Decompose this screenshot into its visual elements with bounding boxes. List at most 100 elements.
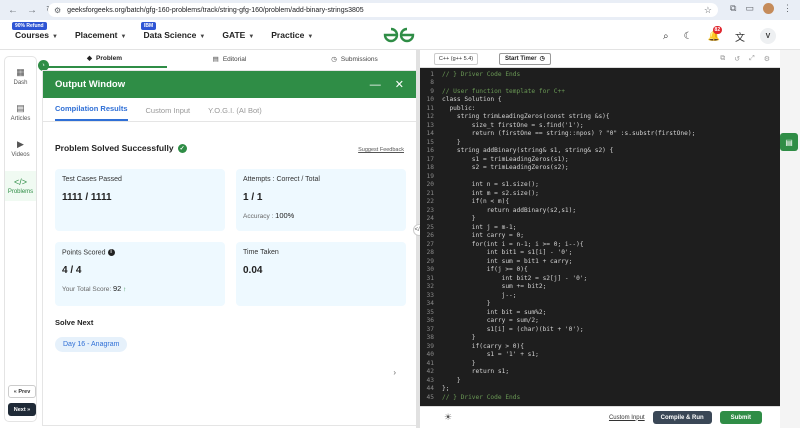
- rail-item-dash[interactable]: ▦ Dash: [5, 67, 36, 86]
- next-button[interactable]: Next »: [8, 403, 36, 416]
- check-circle-icon: ✓: [177, 143, 187, 153]
- tab-yogi-ai-bot[interactable]: Y.O.G.I. (AI Bot): [208, 106, 262, 121]
- profile-avatar[interactable]: [763, 3, 774, 14]
- settings-icon[interactable]: ⚙: [764, 55, 770, 63]
- language-select[interactable]: C++ (g++ 5.4): [434, 52, 478, 65]
- code-line: 23 return addBinary(s2,s1);: [420, 206, 780, 215]
- line-number: 28: [426, 249, 434, 257]
- code-line: 9 // User function template for C++: [420, 87, 780, 96]
- forward-icon[interactable]: →: [27, 5, 37, 16]
- gfg-logo[interactable]: [382, 26, 416, 44]
- line-number: 21: [426, 189, 434, 197]
- menu-data-science[interactable]: Data Science ▼: [143, 30, 205, 40]
- code-text: }: [442, 215, 476, 223]
- bell-icon[interactable]: 🔔 82: [708, 25, 723, 42]
- translate-icon[interactable]: 文: [735, 29, 745, 44]
- code-line: 35 int bit = sum%2;: [420, 308, 780, 317]
- code-area[interactable]: 1 // } Driver Code Ends 8 9 // User function…: [420, 70, 780, 408]
- code-text: size_t firstOne = s.find('1');: [442, 121, 584, 129]
- editor-icons: ⧉ ↺ ⤢ ⚙: [720, 55, 770, 63]
- tab-custom-input[interactable]: Custom Input: [146, 106, 191, 121]
- site-info-icon[interactable]: ⚙: [54, 6, 61, 15]
- code-line: 34 }: [420, 300, 780, 309]
- custom-input-link[interactable]: Custom Input: [609, 415, 645, 421]
- dark-mode-icon[interactable]: ☾: [684, 31, 693, 42]
- line-number: 31: [426, 274, 434, 282]
- minimize-icon[interactable]: —: [370, 79, 381, 91]
- back-icon[interactable]: ←: [8, 5, 18, 16]
- code-line: 12 string trimLeadingZeros(const string …: [420, 113, 780, 122]
- line-number: 24: [426, 215, 434, 223]
- line-number: 18: [426, 164, 434, 172]
- line-number: 12: [426, 113, 434, 121]
- compile-run-button[interactable]: Compile & Run: [652, 411, 712, 424]
- line-number: 32: [426, 283, 434, 291]
- chat-icon[interactable]: ▤: [780, 133, 798, 151]
- tab-compilation-results[interactable]: Compilation Results: [55, 104, 128, 121]
- sidepanel-icon[interactable]: ▭: [745, 3, 754, 14]
- line-number: 1: [430, 70, 434, 78]
- browser-menu-icon[interactable]: ⋮: [783, 3, 792, 14]
- output-title: Output Window: [55, 79, 126, 90]
- code-text: }: [442, 138, 461, 146]
- code-line: 17 s1 = trimLeadingZeros(s1);: [420, 155, 780, 164]
- reset-icon[interactable]: ↺: [734, 55, 740, 63]
- rail-item-problems[interactable]: </> Problems: [5, 171, 36, 201]
- code-text: int sum = bit1 + carry;: [442, 257, 573, 265]
- code-line: 44};: [420, 385, 780, 394]
- code-line: 42 return s1;: [420, 368, 780, 377]
- solve-next-heading: Solve Next: [55, 318, 94, 327]
- next-problem-pill[interactable]: Day 16 - Anagram: [55, 337, 128, 352]
- code-line: 28 int bit1 = s1[i] - '0';: [420, 249, 780, 258]
- copy-icon[interactable]: ⧉: [720, 55, 725, 63]
- code-text: // User function template for C++: [442, 87, 565, 95]
- output-header: Output Window — ✕: [43, 71, 416, 98]
- menu-courses[interactable]: Courses ▼: [15, 30, 58, 40]
- code-text: sum += bit2;: [442, 283, 547, 291]
- rail-item-articles[interactable]: ▤ Articles: [5, 103, 36, 122]
- accuracy: Accuracy : 100%: [243, 211, 295, 220]
- tab-problem[interactable]: ◆ Problem: [42, 50, 167, 68]
- start-timer-button[interactable]: Start Timer ◷: [499, 52, 551, 65]
- code-text: carry = sum/2;: [442, 317, 539, 325]
- extensions-icon[interactable]: ⧉: [730, 3, 736, 14]
- user-avatar[interactable]: V: [760, 28, 776, 44]
- code-line: 45 // } Driver Code Ends: [420, 393, 780, 402]
- menu-practice[interactable]: Practice ▼: [271, 30, 313, 40]
- sun-icon[interactable]: ☀: [444, 412, 452, 423]
- code-line: 39 if(carry > 0){: [420, 342, 780, 351]
- code-text: if(j >= 0){: [442, 266, 528, 274]
- code-line: 30 if(j >= 0){: [420, 266, 780, 275]
- output-tabs: Compilation Results Custom Input Y.O.G.I…: [43, 98, 416, 122]
- chevron-right-icon[interactable]: ›: [393, 368, 396, 377]
- browser-extensions: ⧉ ▭ ⋮: [730, 3, 792, 14]
- menu-gate[interactable]: GATE ▼: [222, 30, 254, 40]
- close-icon[interactable]: ✕: [395, 78, 404, 91]
- code-line: 26 int carry = 0;: [420, 232, 780, 241]
- suggest-feedback-link[interactable]: Suggest Feedback: [358, 147, 404, 153]
- code-line: 43 }: [420, 376, 780, 385]
- tab-editorial[interactable]: ▤ Editorial: [167, 50, 292, 68]
- submit-button[interactable]: Submit: [719, 411, 762, 424]
- code-text: int bit = sum%2;: [442, 308, 547, 316]
- code-line: 37 s1[i] = (char)(bit + '0');: [420, 325, 780, 334]
- info-icon[interactable]: i: [107, 249, 115, 256]
- menu-placement[interactable]: Placement ▼: [75, 30, 126, 40]
- rail-item-videos[interactable]: ▶ Videos: [5, 139, 36, 158]
- code-text: }: [442, 300, 491, 308]
- page-scrollbar[interactable]: [780, 50, 800, 428]
- prev-button[interactable]: « Prev: [8, 385, 36, 398]
- code-text: string addBinary(string& s1, string& s2)…: [442, 147, 614, 155]
- address-bar[interactable]: ⚙ geeksforgeeks.org/batch/gfg-160-proble…: [48, 3, 718, 17]
- arrow-up-icon: ↑: [123, 286, 127, 294]
- ibm-badge: IBM: [141, 22, 157, 30]
- fullscreen-icon[interactable]: ⤢: [749, 55, 755, 63]
- line-number: 15: [426, 138, 434, 146]
- header-icons: ⌕ ☾ 🔔 82 文 V: [663, 25, 776, 44]
- points-value: 4 / 4: [62, 265, 82, 277]
- line-number: 45: [426, 393, 434, 401]
- tab-submissions[interactable]: ◷ Submissions: [292, 50, 417, 68]
- search-icon[interactable]: ⌕: [663, 31, 669, 42]
- code-line: 19: [420, 172, 780, 181]
- bookmark-star-icon[interactable]: ☆: [704, 5, 712, 16]
